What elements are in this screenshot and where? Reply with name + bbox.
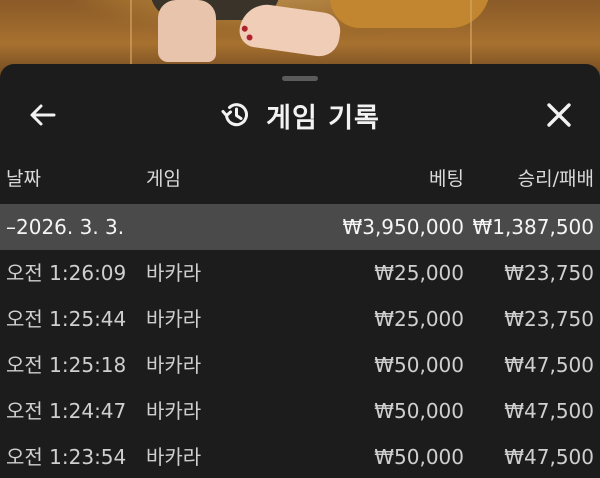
row-result: ₩47,500 — [504, 445, 594, 469]
date-summary-row[interactable]: –2026. 3. 3. ₩3,950,000 ₩1,387,500 — [0, 204, 600, 250]
history-row[interactable]: 오전 1:25:18 바카라 ₩50,000 ₩47,500 — [0, 342, 600, 388]
column-header-date: 날짜 — [6, 168, 41, 190]
history-list: 오전 1:26:09 바카라 ₩25,000 ₩23,750 오전 1:25:4… — [0, 250, 600, 478]
title-group: 게임 기록 — [0, 88, 600, 142]
row-bet: ₩50,000 — [374, 353, 464, 377]
nail — [241, 25, 249, 33]
row-bet: ₩25,000 — [374, 307, 464, 331]
summary-bet-total: ₩3,950,000 — [342, 215, 464, 239]
row-time: 오전 1:23:54 — [6, 445, 127, 469]
close-icon — [547, 103, 571, 127]
row-bet: ₩50,000 — [374, 399, 464, 423]
history-clock-icon — [221, 103, 249, 127]
row-game: 바카라 — [146, 261, 202, 285]
nail — [246, 34, 253, 41]
history-row[interactable]: 오전 1:24:47 바카라 ₩50,000 ₩47,500 — [0, 388, 600, 434]
row-time: 오전 1:25:44 — [6, 307, 127, 331]
history-row[interactable]: 오전 1:25:44 바카라 ₩25,000 ₩23,750 — [0, 296, 600, 342]
row-result: ₩23,750 — [504, 261, 594, 285]
row-result: ₩23,750 — [504, 307, 594, 331]
column-headers: 날짜 게임 베팅 승리/패배 — [0, 164, 600, 200]
row-game: 바카라 — [146, 445, 202, 469]
row-game: 바카라 — [146, 307, 202, 331]
dealer-hand-left — [158, 0, 216, 62]
history-row[interactable]: 오전 1:26:09 바카라 ₩25,000 ₩23,750 — [0, 250, 600, 296]
page-title: 게임 기록 — [266, 102, 380, 134]
row-result: ₩47,500 — [504, 399, 594, 423]
row-time: 오전 1:25:18 — [6, 353, 127, 377]
row-game: 바카라 — [146, 353, 202, 377]
dealer-sleeve-right — [330, 0, 490, 28]
sheet-grabber-handle[interactable] — [282, 76, 318, 81]
history-row[interactable]: 오전 1:23:54 바카라 ₩50,000 ₩47,500 — [0, 434, 600, 478]
column-header-result: 승리/패배 — [517, 168, 594, 190]
row-bet: ₩25,000 — [374, 261, 464, 285]
row-game: 바카라 — [146, 399, 202, 423]
summary-result-total: ₩1,387,500 — [472, 215, 594, 239]
row-time: 오전 1:26:09 — [6, 261, 127, 285]
row-result: ₩47,500 — [504, 353, 594, 377]
column-header-bet: 베팅 — [429, 168, 464, 190]
summary-date: –2026. 3. 3. — [6, 215, 125, 239]
row-bet: ₩50,000 — [374, 445, 464, 469]
sheet-header: 게임 기록 — [0, 88, 600, 142]
game-history-sheet: 게임 기록 날짜 게임 베팅 승리/패배 –2026. 3. 3. ₩3,950… — [0, 64, 600, 478]
close-button[interactable] — [538, 94, 580, 136]
row-time: 오전 1:24:47 — [6, 399, 127, 423]
column-header-game: 게임 — [146, 168, 181, 190]
